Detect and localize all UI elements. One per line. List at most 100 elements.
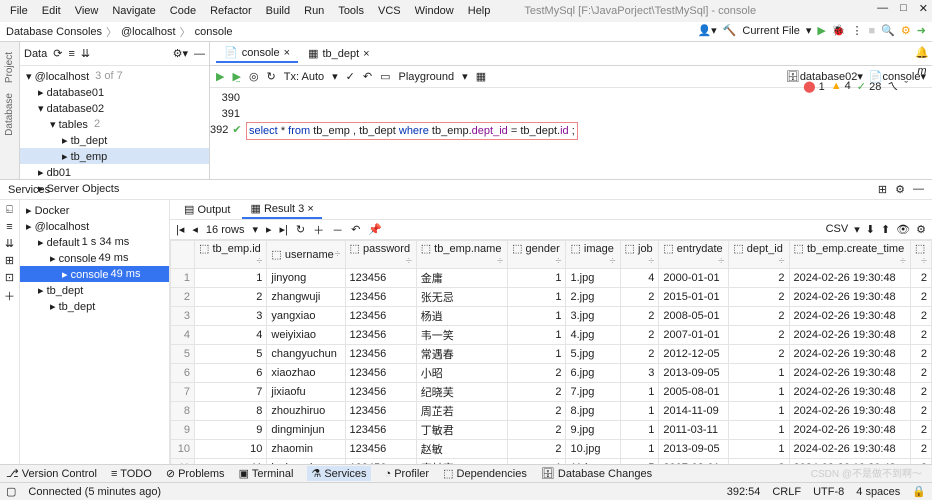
crumb-host[interactable]: @localhost [121,26,176,38]
more-run-icon[interactable]: ⋮ [852,24,863,37]
maven-panel-icon[interactable]: m [917,65,926,77]
data-tab[interactable]: Data [24,48,47,60]
explain-icon[interactable]: ↻ [267,70,276,83]
svc-filter-icon[interactable]: ≡ [6,221,12,233]
delete-row-icon[interactable]: － [332,222,343,238]
col-header[interactable]: ⬚ password÷ [345,241,416,269]
result-tab[interactable]: ▦ Result 3 × [242,200,321,219]
next-page-icon[interactable]: ▸ [266,223,272,236]
minimize-icon[interactable]: — [877,2,888,15]
menu-help[interactable]: Help [462,3,497,19]
user-icon[interactable]: 👤▾ [697,24,716,37]
revert-icon[interactable]: ↶ [351,223,360,236]
col-header[interactable]: ⬚ tb_emp.id÷ [195,241,267,269]
result-grid[interactable]: ⬚ tb_emp.id÷⬚ username÷⬚ password÷ ⬚ tb_e… [170,240,932,476]
menu-window[interactable]: Window [409,3,460,19]
menu-view[interactable]: View [69,3,105,19]
tab-tbdept[interactable]: ▦tb_dept × [300,45,378,62]
run-icon[interactable]: ▶ [817,24,825,37]
tree-item[interactable]: ▸ db01 [20,164,209,180]
first-page-icon[interactable]: |◂ [176,223,184,236]
run-config-dropdown[interactable]: Current File [742,25,799,37]
svc-group-icon[interactable]: ⊡ [5,271,14,284]
tx-mode-dropdown[interactable]: Tx: Auto [284,71,324,83]
svc-gear-icon[interactable]: ⚙ [895,183,905,196]
export-icon[interactable]: ⬇ [866,223,875,236]
collapse-icon[interactable]: ⇊ [81,47,90,60]
maximize-icon[interactable]: □ [900,2,907,15]
indent[interactable]: 4 spaces [856,486,900,498]
search-icon[interactable]: 🔍 [881,24,895,37]
reload-icon[interactable]: ↻ [296,223,305,236]
debug-icon[interactable]: 🐞 [832,24,846,37]
col-header[interactable]: ⬚ tb_emp.create_time÷ [789,241,910,269]
settings-editor-icon[interactable]: ▦ [476,70,486,83]
export-dropdown[interactable]: CSV [826,223,849,236]
cancel-icon[interactable]: ▭ [380,70,390,83]
view-icon[interactable]: 👁 [896,223,910,236]
tab-console[interactable]: 📄console × [216,44,298,63]
col-header[interactable]: ⬚ entrydate÷ [659,241,729,269]
import-icon[interactable]: ⬆ [881,223,890,236]
table-row[interactable]: 99dingminjun123456丁敏君29.jpg12011-03-1112… [171,421,932,440]
svc-run-icon[interactable]: ⍇ [6,204,13,217]
code-lines[interactable]: select * from tb_emp , tb_dept where tb_… [246,90,578,140]
table-row[interactable]: 66xiaozhao123456小昭26.jpg32013-09-0512024… [171,364,932,383]
project-panel-button[interactable]: Project [4,52,15,83]
col-header[interactable]: ⬚ ÷ [910,241,931,269]
code-editor[interactable]: 390391 392✔ select * from tb_emp , tb_de… [210,88,932,142]
tree-item[interactable]: ▾ database02 [20,100,209,116]
hide-icon[interactable]: — [194,48,205,60]
table-row[interactable]: 33yangxiao123456杨逍13.jpg22008-05-0122024… [171,307,932,326]
lock-icon[interactable]: 🔒 [912,485,926,498]
svc-tree-item[interactable]: ▸ default 1 s 34 ms [20,234,169,250]
last-page-icon[interactable]: ▸| [280,223,288,236]
table-row[interactable]: 22zhangwuji123456张无忌12.jpg22015-01-01220… [171,288,932,307]
tree-item[interactable]: ▸ tb_emp [20,148,209,164]
status-square-icon[interactable]: ▢ [6,485,16,498]
tree-item[interactable]: ▾ tables2 [20,116,209,132]
line-sep[interactable]: CRLF [772,486,801,498]
col-header[interactable]: ⬚ gender÷ [508,241,566,269]
menu-build[interactable]: Build [260,3,296,19]
col-header[interactable]: ⬚ username÷ [267,241,345,269]
stop-icon[interactable]: ■ [869,25,876,37]
inspection-badges[interactable]: ⬤ 1 ▲ 4 ✓ 28 ㄟˇ [803,78,908,94]
settings-icon[interactable]: ⚙ [901,24,911,37]
close-icon[interactable]: ✕ [919,2,928,15]
table-row[interactable]: 55changyuchun123456常遇春15.jpg22012-12-052… [171,345,932,364]
svc-tree-item[interactable]: ▸ tb_dept [20,282,169,298]
menu-file[interactable]: File [4,3,34,19]
svc-tree-icon[interactable]: ⊞ [5,254,14,267]
database-panel-button[interactable]: Database [4,93,15,136]
tree-item[interactable]: ▸ tb_dept [20,132,209,148]
output-tab[interactable]: ▤ Output [176,201,238,218]
svc-hide-icon[interactable]: — [913,183,924,196]
table-row[interactable]: 1010zhaomin123456赵敏210.jpg12013-09-05120… [171,440,932,459]
menu-tools[interactable]: Tools [332,3,370,19]
services-button[interactable]: ⚗ Services [307,466,370,481]
svc-tree-item[interactable]: ▸ tb_dept [20,298,169,314]
tree-item[interactable]: ▾ @localhost3 of 7 [20,68,209,84]
prev-page-icon[interactable]: ◂ [192,223,198,236]
terminal-button[interactable]: ▣ Terminal [239,467,294,480]
encoding[interactable]: UTF-8 [813,486,844,498]
gear-icon[interactable]: ⚙▾ [173,47,188,60]
svc-tree-item[interactable]: ▸ console 49 ms [20,250,169,266]
svc-tree-item[interactable]: ▸ @localhost [20,218,169,234]
table-row[interactable]: 11jinyong123456金庸11.jpg42000-01-0122024-… [171,269,932,288]
svc-tree-item[interactable]: ▸ Docker [20,202,169,218]
settings-result-icon[interactable]: ⚙ [916,223,926,236]
svc-settings-icon[interactable]: ⊞ [878,183,887,196]
filter-icon[interactable]: ≡ [68,48,74,60]
notifications-icon[interactable]: 🔔 [915,46,929,59]
execute-plan-icon[interactable]: ▶̤ [232,70,240,83]
table-row[interactable]: 77jixiaofu123456纪晓芙27.jpg12005-08-011202… [171,383,932,402]
svc-add-icon[interactable]: ＋ [4,288,15,304]
vc-button[interactable]: ⎇ Version Control [6,467,97,480]
table-row[interactable]: 88zhouzhiruo123456周芷若28.jpg12014-11-0912… [171,402,932,421]
dbchanges-button[interactable]: 🗄 Database Changes [541,467,652,480]
hammer-icon[interactable]: 🔨 [723,24,737,37]
menu-navigate[interactable]: Navigate [106,3,161,19]
col-header[interactable]: ⬚ image÷ [566,241,620,269]
